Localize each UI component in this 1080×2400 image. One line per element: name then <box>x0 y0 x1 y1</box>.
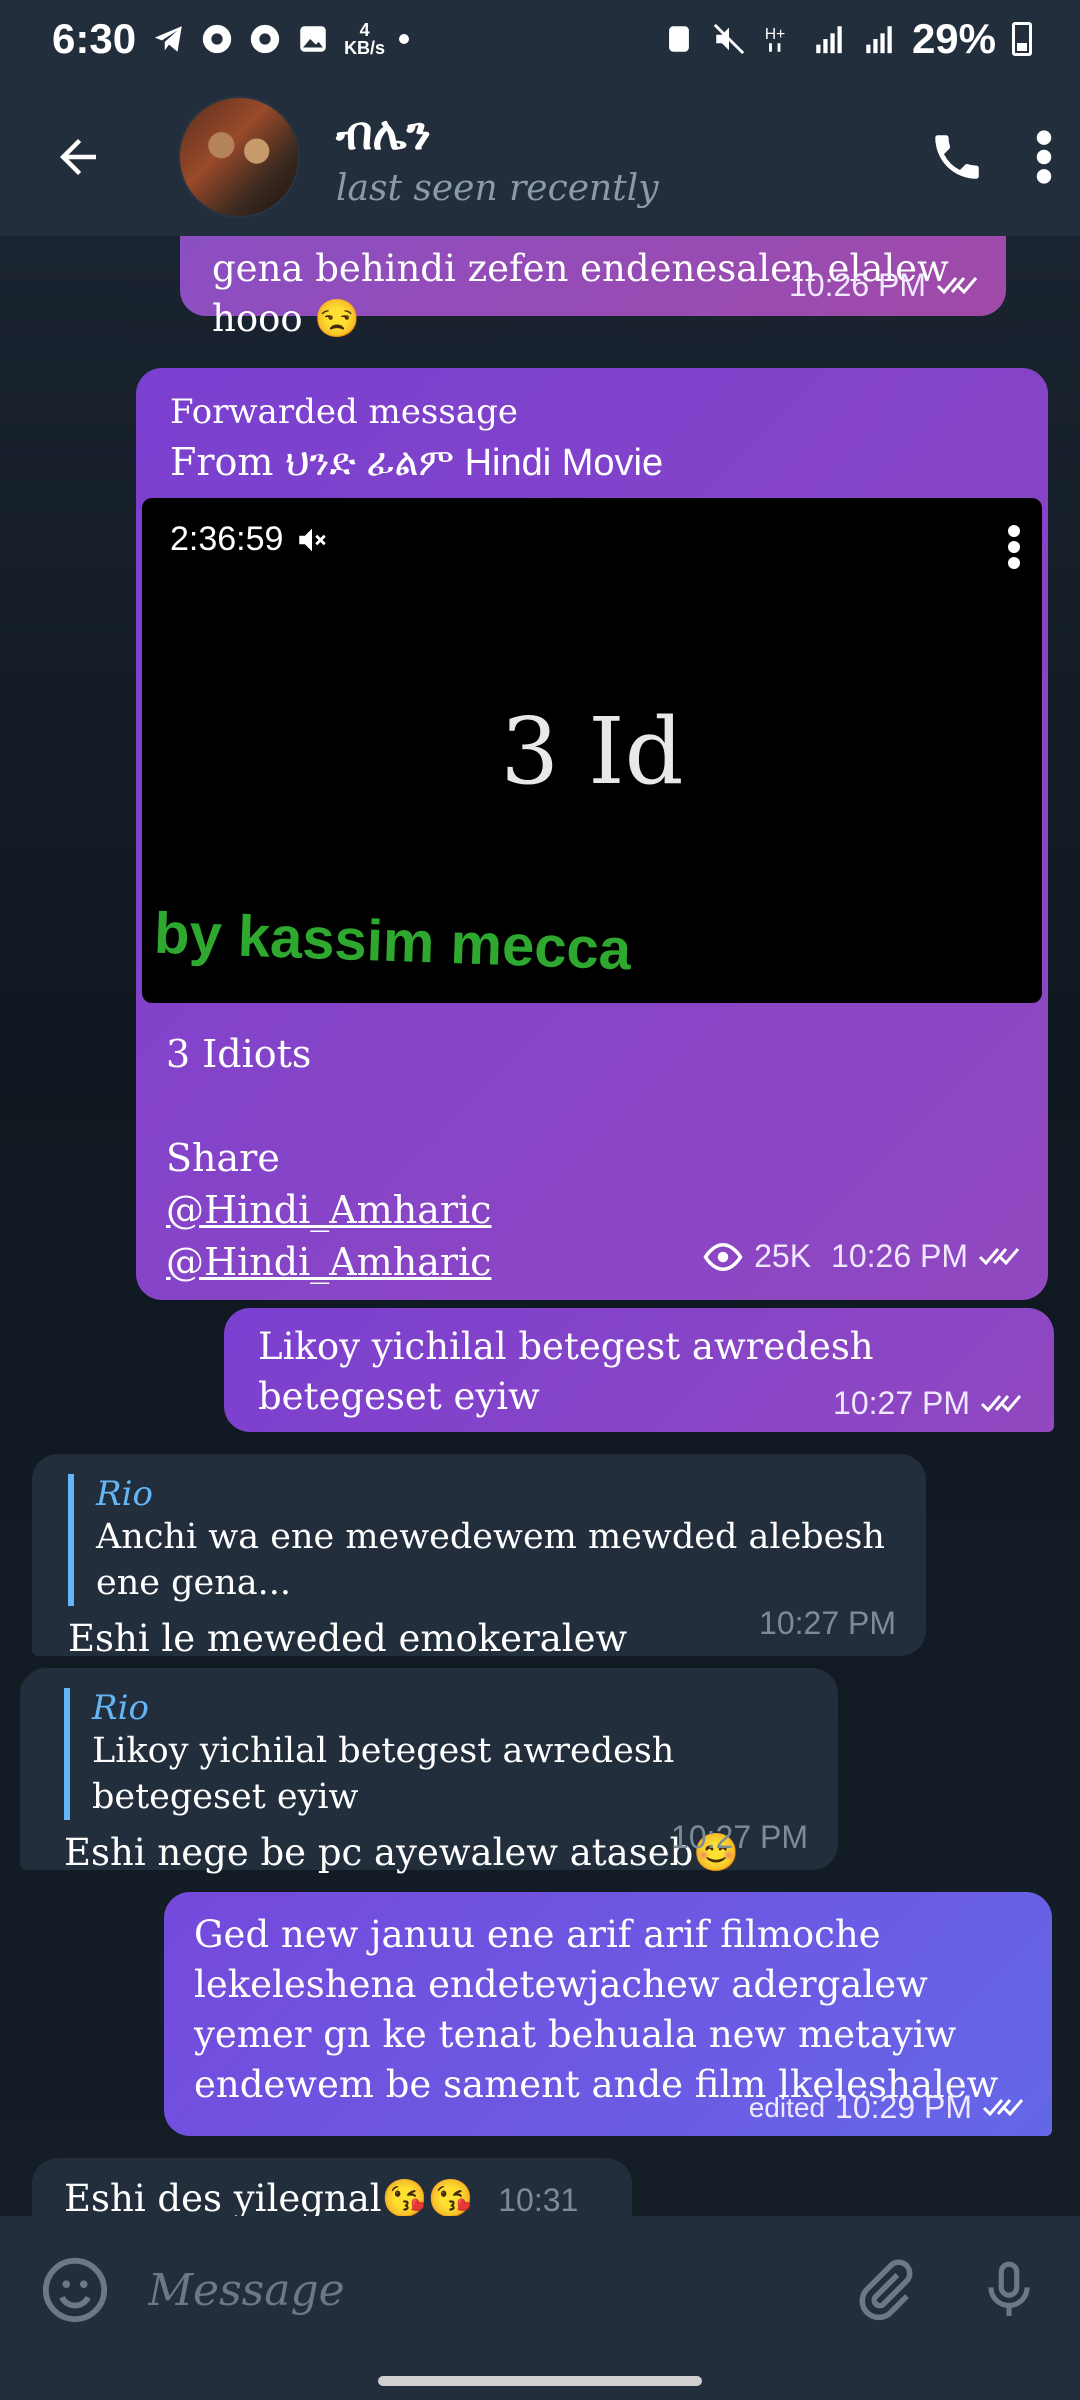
forwarded-from-prefix: From <box>170 440 286 484</box>
reply-quote-author: Rio <box>96 1474 153 1514</box>
system-nav-bar <box>0 2364 1080 2400</box>
network-speed-unit: KB/s <box>344 38 386 58</box>
contact-name: ብሌን <box>336 106 431 159</box>
message-input[interactable] <box>146 2263 750 2317</box>
video-duration-row: 2:36:59 <box>170 520 331 559</box>
header-actions <box>928 128 1054 186</box>
chrome-icon <box>202 24 232 54</box>
message-incoming[interactable]: Eshi des yilegnal😘😘 10:31 PM <box>32 2158 632 2216</box>
video-frame-title: 3 Id <box>500 698 684 805</box>
contact-info[interactable]: ብሌን last seen recently <box>336 106 659 209</box>
phone-icon[interactable] <box>928 128 986 186</box>
caption-link[interactable]: @Hindi_Amharic <box>166 1184 491 1236</box>
message-meta: 25K 10:26 PM <box>702 1238 1022 1275</box>
message-forwarded-video[interactable]: Forwarded message From ህንድ ፊልም Hindi Mov… <box>136 368 1048 1300</box>
double-check-icon <box>978 1247 1020 1265</box>
message-time: 10:27 PM <box>671 1819 808 1855</box>
message-composer <box>0 2216 1080 2364</box>
more-vert-icon[interactable] <box>1034 128 1054 186</box>
message-time: 10:26 PM <box>789 267 926 303</box>
message-incoming[interactable]: Rio Likoy yichilal betegest awredesh bet… <box>20 1668 838 1874</box>
battery-icon <box>1012 22 1032 56</box>
recycle-icon <box>669 26 689 52</box>
message-meta: edited 10:29 PM <box>749 2089 1026 2126</box>
video-watermark: by kassim mecca <box>153 900 633 983</box>
reply-quote-text: Likoy yichilal betegest awredesh beteges… <box>92 1731 675 1817</box>
reply-quote-text: Anchi wa ene mewedewem mewded alebesh en… <box>96 1517 885 1603</box>
signal-icon <box>816 26 842 54</box>
message-time: 10:26 PM <box>831 1238 968 1274</box>
battery-percent: 29% <box>911 15 996 62</box>
status-system-icons: H+ 29% <box>662 15 1032 63</box>
message-outgoing[interactable]: gena behindi zefen endenesalen elalew ho… <box>180 236 1006 340</box>
forwarded-channel: ህንድ ፊልም Hindi Movie <box>285 442 664 484</box>
status-notification-icons: 4 KB/s <box>152 21 410 57</box>
message-meta: 10:27 PM <box>833 1385 1024 1422</box>
reply-quote[interactable]: Rio Anchi wa ene mewedewem mewded alebes… <box>68 1474 896 1606</box>
chrome-icon-2 <box>250 24 280 54</box>
back-arrow-icon <box>60 139 96 175</box>
dot-icon <box>399 34 410 44</box>
network-speed-value: 4 <box>359 20 370 40</box>
volume-muted-icon[interactable] <box>293 523 331 557</box>
edited-label: edited <box>748 2091 826 2123</box>
message-outgoing[interactable]: Likoy yichilal betegest awredesh beteges… <box>224 1308 1054 1432</box>
message-text: Eshi des yilegnal😘😘 <box>64 2177 474 2216</box>
double-check-icon <box>982 2098 1024 2116</box>
video-menu-icon[interactable] <box>1006 520 1022 574</box>
contact-status: last seen recently <box>336 167 659 209</box>
message-meta: 10:26 PM <box>789 267 980 304</box>
forwarded-label: Forwarded message <box>170 392 518 432</box>
double-check-icon <box>980 1394 1022 1412</box>
message-incoming[interactable]: Rio Anchi wa ene mewedewem mewded alebes… <box>32 1454 926 1660</box>
message-outgoing[interactable]: Ged new januu ene arif arif filmoche lek… <box>164 1892 1052 2136</box>
attach-icon[interactable] <box>852 2257 918 2323</box>
video-player[interactable]: 2:36:59 3 Id by kassim mecca <box>142 498 1042 1003</box>
hplus-data-icon: H+ <box>765 26 785 52</box>
caption-share: Share <box>166 1136 280 1180</box>
eye-icon <box>703 1242 743 1271</box>
status-time: 6:30 <box>52 15 137 62</box>
reply-quote-author: Rio <box>92 1688 149 1728</box>
message-meta: 10:27 PM <box>759 1605 896 1642</box>
caption-link-2[interactable]: @Hindi_Amharic <box>166 1236 491 1288</box>
chat-header: ብሌን last seen recently <box>0 78 1080 236</box>
gesture-handle[interactable] <box>378 2376 702 2386</box>
status-bar: 6:30 4 KB/s H+ 29% <box>0 0 1080 78</box>
video-duration: 2:36:59 <box>170 520 284 558</box>
video-caption: 3 Idiots Share @Hindi_Amharic @Hindi_Amh… <box>166 1028 491 1288</box>
microphone-icon[interactable] <box>978 2255 1040 2325</box>
message-time: 10:29 PM <box>835 2089 972 2125</box>
view-count: 25K <box>754 1238 812 1274</box>
message-meta: 10:27 PM <box>671 1819 808 1856</box>
forwarded-from[interactable]: From ህንድ ፊልም Hindi Movie <box>170 440 663 485</box>
back-button[interactable] <box>38 117 118 197</box>
telegram-icon <box>154 26 182 52</box>
message-time: 10:27 PM <box>759 1605 896 1641</box>
svg-text:H+: H+ <box>765 26 785 43</box>
message-time: 10:27 PM <box>833 1385 970 1421</box>
emoji-icon[interactable] <box>40 2255 110 2325</box>
double-check-icon <box>936 276 978 294</box>
message-list[interactable]: gena behindi zefen endenesalen elalew ho… <box>0 236 1080 2216</box>
mute-icon <box>713 23 745 55</box>
network-speed: 4 KB/s <box>344 21 385 57</box>
signal-icon-2 <box>866 26 892 54</box>
gallery-icon <box>300 26 326 52</box>
message-text: Ged new januu ene arif arif filmoche lek… <box>194 1913 999 2106</box>
reply-quote[interactable]: Rio Likoy yichilal betegest awredesh bet… <box>64 1688 808 1820</box>
avatar[interactable] <box>178 96 300 218</box>
caption-title: 3 Idiots <box>166 1032 312 1076</box>
